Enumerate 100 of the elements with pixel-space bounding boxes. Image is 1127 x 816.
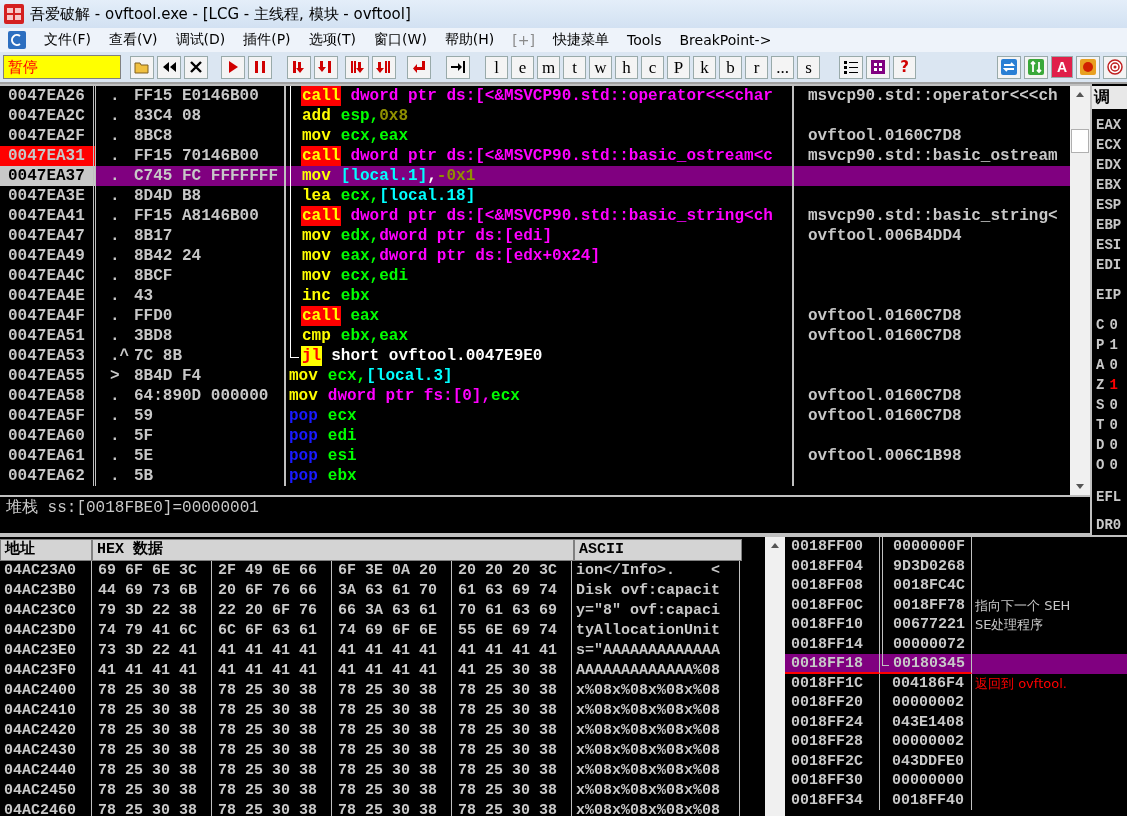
- target-icon[interactable]: [1103, 55, 1127, 79]
- hex-cell: 41 25 30 38: [452, 661, 572, 681]
- address-cell[interactable]: 0018FF28: [785, 732, 880, 752]
- hex-cell: 69 6F 6E 3C: [92, 561, 212, 581]
- menu-item[interactable]: 文件(F): [44, 31, 91, 49]
- record-icon[interactable]: [1076, 55, 1100, 79]
- hex-cell: 78 25 30 38: [332, 761, 452, 781]
- toolbar-button[interactable]: c: [641, 55, 664, 79]
- menu-item[interactable]: 插件(P): [243, 31, 291, 49]
- return-icon[interactable]: [407, 55, 431, 79]
- grid-icon[interactable]: [866, 55, 890, 79]
- hex-cell: 74 79 41 6C: [92, 621, 212, 641]
- panel-title: 调: [1092, 86, 1127, 109]
- refresh-icon[interactable]: [997, 55, 1021, 79]
- ascii-cell: x%08x%08x%08x%08: [572, 721, 740, 741]
- instruction-cell: pop ebx: [286, 466, 794, 486]
- hex-cell: 78 25 30 38: [332, 701, 452, 721]
- pause-icon[interactable]: [248, 55, 272, 79]
- address-cell[interactable]: 0018FF34: [785, 790, 880, 810]
- toolbar-button[interactable]: s: [797, 55, 820, 79]
- address-cell[interactable]: 0018FF10: [785, 615, 880, 635]
- toolbar-button[interactable]: w: [589, 55, 612, 79]
- flag-value: 0: [1109, 396, 1118, 415]
- trace-into-icon[interactable]: [345, 55, 369, 79]
- comment-cell-text: ovftool.0160C7D8: [807, 126, 963, 146]
- column-header[interactable]: HEX 数据: [92, 539, 574, 561]
- scrollbar[interactable]: [765, 537, 785, 816]
- ascii-cell: s="AAAAAAAAAAAAA: [572, 641, 740, 661]
- flag-value: 0: [1109, 356, 1118, 375]
- toolbar-button[interactable]: e: [511, 55, 534, 79]
- hex-cell: 44 69 73 6B: [92, 581, 212, 601]
- address-cell[interactable]: 0018FF00: [785, 537, 880, 557]
- ascii-cell: ion</Info>. <: [572, 561, 740, 581]
- toolbar-button[interactable]: h: [615, 55, 638, 79]
- hex-cell: 61 63 69 74: [452, 581, 572, 601]
- address-cell[interactable]: 0018FF20: [785, 693, 880, 713]
- toolbar-button[interactable]: ...: [771, 55, 794, 79]
- toolbar-button[interactable]: r: [745, 55, 768, 79]
- play-icon[interactable]: [221, 55, 245, 79]
- menu-item[interactable]: 帮助(H): [444, 31, 495, 49]
- list-icon[interactable]: [839, 55, 863, 79]
- address-cell: 04AC23A0: [0, 561, 92, 581]
- comment-cell-text: ovftool.0160C7D8: [807, 306, 963, 326]
- hex-cell: 78 25 30 38: [212, 741, 332, 761]
- hex-cell: 41 41 41 41: [332, 641, 452, 661]
- scroll-up-icon[interactable]: [1075, 90, 1086, 98]
- menu-item[interactable]: 选项(T): [308, 31, 357, 49]
- step-to-icon[interactable]: [446, 55, 470, 79]
- comment-cell-text: ovftool.0160C7D8: [807, 326, 963, 346]
- hex-cell: 78 25 30 38: [452, 761, 572, 781]
- menu-item[interactable]: 快捷菜单: [552, 31, 609, 49]
- value-cell: 0018FF40: [880, 790, 972, 810]
- hex-cell: 78 25 30 38: [212, 761, 332, 781]
- address-cell: 04AC2440: [0, 761, 92, 781]
- menu-item[interactable]: 调试(D): [175, 31, 226, 49]
- comment-text: SE处理程序: [974, 616, 1044, 634]
- hex-cell: 66 3A 63 61: [332, 601, 452, 621]
- help-button[interactable]: ?: [893, 55, 916, 79]
- window-icon[interactable]: [8, 31, 26, 49]
- address-cell[interactable]: 0047EA37: [0, 166, 96, 186]
- scroll-up-icon[interactable]: [770, 541, 780, 549]
- column-header[interactable]: ASCII: [574, 539, 742, 561]
- step-over-icon[interactable]: [314, 55, 338, 79]
- hex-cell: 78 25 30 38: [332, 801, 452, 816]
- step-into-icon[interactable]: [287, 55, 311, 79]
- close-icon[interactable]: [184, 55, 208, 79]
- hex-cell: 78 25 30 38: [212, 721, 332, 741]
- menu-item[interactable]: Tools: [626, 32, 662, 48]
- scroll-thumb[interactable]: [1071, 128, 1090, 153]
- hex-cell: 78 25 30 38: [92, 781, 212, 801]
- scrollbar[interactable]: [1070, 86, 1091, 496]
- toolbar-button[interactable]: b: [719, 55, 742, 79]
- flag-name: P: [1096, 336, 1105, 355]
- menu-item[interactable]: 查看(V): [109, 31, 158, 49]
- menu-item[interactable]: BreakPoint->: [679, 32, 772, 48]
- hex-cell: 78 25 30 38: [332, 681, 452, 701]
- comment-text: 指向下一个 SEH: [974, 596, 1071, 615]
- toolbar-button[interactable]: k: [693, 55, 716, 79]
- trace-over-icon[interactable]: [372, 55, 396, 79]
- hex-cell: 6C 6F 63 61: [212, 621, 332, 641]
- toolbar-button[interactable]: l: [485, 55, 508, 79]
- column-header[interactable]: 地址: [0, 539, 92, 561]
- hex-cell: 2F 49 6E 66: [212, 561, 332, 581]
- address-cell: 04AC23E0: [0, 641, 92, 661]
- hex-cell: 78 25 30 38: [212, 701, 332, 721]
- address-cell[interactable]: 0018FF08: [785, 576, 880, 596]
- font-button[interactable]: A: [1051, 55, 1073, 78]
- toolbar-button[interactable]: t: [563, 55, 586, 79]
- toolbar-button[interactable]: P: [667, 55, 690, 79]
- hex-cell: 78 25 30 38: [212, 681, 332, 701]
- address-cell[interactable]: 0018FF30: [785, 771, 880, 791]
- menu-item[interactable]: 窗口(W): [374, 31, 427, 49]
- up-down-arrows-icon[interactable]: [1024, 55, 1048, 79]
- toolbar-button[interactable]: m: [537, 55, 560, 79]
- hex-cell: 6F 3E 0A 20: [332, 561, 452, 581]
- hex-cell: 41 41 41 41: [212, 641, 332, 661]
- hex-cell: 74 69 6F 6E: [332, 621, 452, 641]
- rewind-icon[interactable]: [157, 55, 181, 79]
- comment-cell-text: ovftool.006C1B98: [807, 446, 963, 466]
- register-name: ESI: [1096, 236, 1122, 255]
